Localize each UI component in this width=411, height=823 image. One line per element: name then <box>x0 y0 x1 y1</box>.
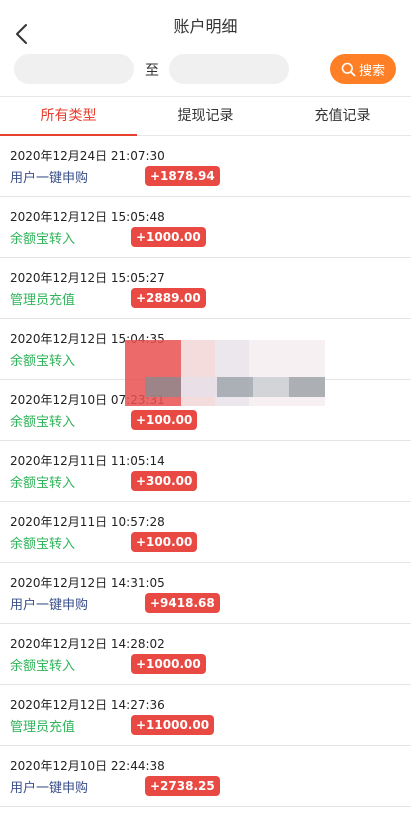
amount-badge: +1000.00 <box>131 227 206 247</box>
record-type: 余额宝转入 <box>10 659 76 674</box>
record-type: 用户一键申购 <box>10 598 89 613</box>
record-time: 2020年12月12日 15:05:27 <box>10 271 165 285</box>
list-item[interactable]: 2020年12月12日 14:27:36 管理员充值 +11000.00 <box>0 685 411 746</box>
record-time: 2020年12月12日 14:31:05 <box>10 576 165 590</box>
tab-all-types[interactable]: 所有类型 <box>0 97 137 136</box>
amount-badge: +100.00 <box>131 532 198 552</box>
list-item[interactable]: 2020年12月11日 10:57:28 余额宝转入 +100.00 <box>0 502 411 563</box>
tab-recharge-records[interactable]: 充值记录 <box>274 97 411 135</box>
amount-badge: +1878.94 <box>145 166 220 186</box>
amount-badge: +300.00 <box>131 471 198 491</box>
list-item[interactable]: 2020年12月12日 15:05:27 管理员充值 +2889.00 <box>0 258 411 319</box>
start-date-input[interactable] <box>14 54 134 84</box>
amount-badge: +1000.00 <box>131 654 206 674</box>
record-type-tabs: 所有类型 提现记录 充值记录 <box>0 96 411 136</box>
header-bar: 账户明细 <box>0 0 411 48</box>
date-range-separator: 至 <box>145 63 159 79</box>
record-time: 2020年12月12日 15:05:48 <box>10 210 165 224</box>
record-type: 用户一键申购 <box>10 171 89 186</box>
record-type: 余额宝转入 <box>10 415 76 430</box>
record-time: 2020年12月11日 11:05:14 <box>10 454 165 468</box>
list-item[interactable]: 2020年12月10日 22:44:38 用户一键申购 +2738.25 <box>0 746 411 807</box>
list-item[interactable]: 2020年12月12日 14:31:05 用户一键申购 +9418.68 <box>0 563 411 624</box>
record-type: 用户一键申购 <box>10 781 89 796</box>
end-date-input[interactable] <box>169 54 289 84</box>
search-button-label: 搜索 <box>358 63 385 79</box>
record-type: 管理员充值 <box>10 720 76 735</box>
record-type: 余额宝转入 <box>10 232 76 247</box>
record-type: 管理员充值 <box>10 293 76 308</box>
amount-badge: +2889.00 <box>131 288 206 308</box>
record-time: 2020年12月12日 14:27:36 <box>10 698 165 712</box>
record-time: 2020年12月11日 10:57:28 <box>10 515 165 529</box>
date-search-bar: 至 搜索 <box>0 54 411 86</box>
watermark-overlay <box>145 377 325 397</box>
amount-badge: +100.00 <box>131 410 198 430</box>
list-item[interactable]: 2020年12月24日 21:07:30 用户一键申购 +1878.94 <box>0 136 411 197</box>
list-item[interactable]: 2020年12月12日 15:05:48 余额宝转入 +1000.00 <box>0 197 411 258</box>
list-item[interactable]: 2020年12月12日 14:28:02 余额宝转入 +1000.00 <box>0 624 411 685</box>
amount-badge: +11000.00 <box>131 715 215 735</box>
tab-withdrawal-records[interactable]: 提现记录 <box>137 97 274 135</box>
search-button[interactable]: 搜索 <box>330 54 396 84</box>
record-list: 2020年12月24日 21:07:30 用户一键申购 +1878.94 202… <box>0 136 411 807</box>
record-type: 余额宝转入 <box>10 354 76 369</box>
record-type: 余额宝转入 <box>10 476 76 491</box>
record-time: 2020年12月10日 22:44:38 <box>10 759 165 773</box>
record-time: 2020年12月12日 14:28:02 <box>10 637 165 651</box>
search-icon <box>341 62 356 76</box>
record-type: 余额宝转入 <box>10 537 76 552</box>
page-title: 账户明细 <box>173 17 238 36</box>
record-time: 2020年12月24日 21:07:30 <box>10 149 165 163</box>
list-item[interactable]: 2020年12月11日 11:05:14 余额宝转入 +300.00 <box>0 441 411 502</box>
amount-badge: +2738.25 <box>145 776 220 796</box>
amount-badge: +9418.68 <box>145 593 220 613</box>
